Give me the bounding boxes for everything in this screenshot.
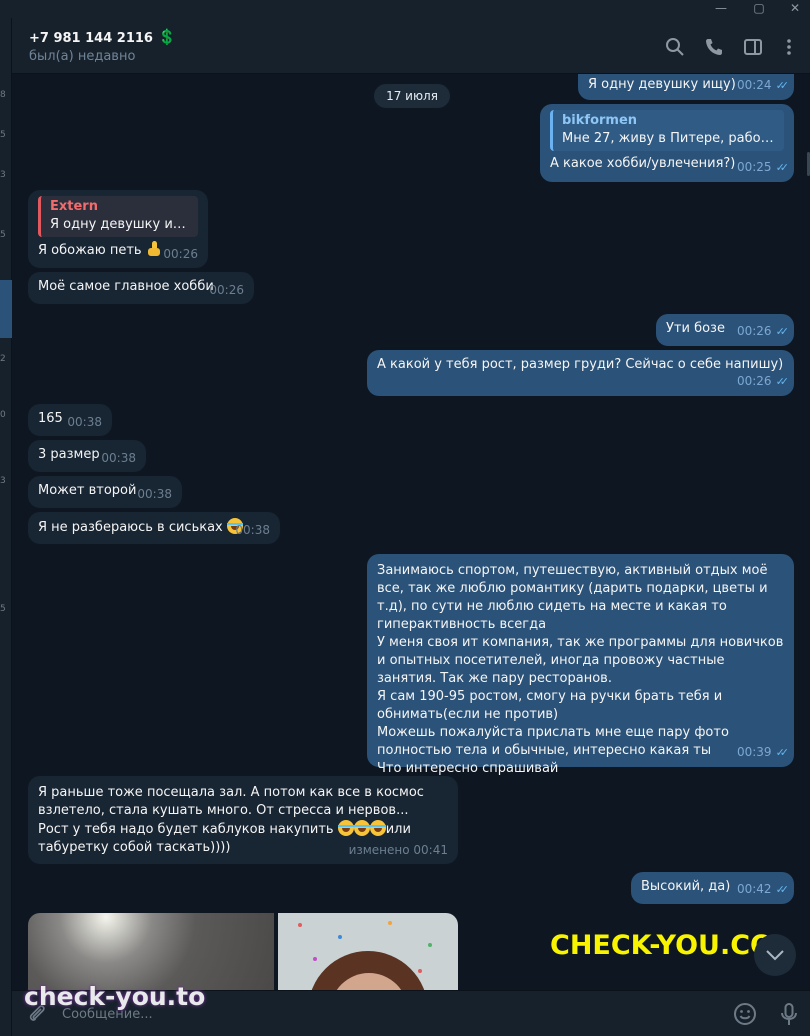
message-meta: 00:26 ✓✓	[736, 324, 790, 339]
message-bubble-in[interactable]: Я не разбераюсь в сиськах 00:38	[28, 512, 280, 544]
strip-fragment: 8	[0, 90, 6, 100]
message-meta: 00:24 ✓✓	[736, 78, 790, 93]
message-bubble-in[interactable]: 3 размер 00:38	[28, 440, 146, 472]
read-ticks-icon: ✓✓	[775, 375, 790, 388]
message-time: 00:24	[736, 78, 772, 92]
message-bubble-in[interactable]: Extern Я одну девушку ищу) Я обожаю петь…	[28, 190, 208, 268]
confetti-dot	[298, 923, 302, 927]
message-bubble-out[interactable]: Я одну девушку ищу) 00:24 ✓✓	[578, 74, 794, 100]
message-bubble-out[interactable]: А какой у тебя рост, размер груди? Сейча…	[367, 350, 794, 396]
read-ticks-icon: ✓✓	[775, 161, 790, 174]
message-time: 00:38	[235, 523, 270, 537]
reply-author: Extern	[50, 199, 98, 214]
message-bubble-in[interactable]: Моё самое главное хобби 00:26	[28, 272, 254, 304]
message-meta: 00:26	[209, 283, 244, 297]
microphone-icon[interactable]	[776, 1001, 802, 1027]
confetti-dot	[388, 921, 392, 925]
message-time: 00:39	[736, 745, 772, 759]
message-bubble-out[interactable]: Ути бозе 00:26 ✓✓	[656, 314, 794, 346]
watermark-check-you-co: CHECK-YOU.CO	[550, 930, 773, 961]
read-ticks-icon: ✓✓	[775, 746, 790, 759]
telegram-window: — ▢ ✕ 8 5 3 5 2 0 3 5 +7 981 144 2116 💲 …	[0, 0, 810, 1036]
confetti-dot	[418, 969, 422, 973]
message-meta: 00:42 ✓✓	[736, 882, 790, 897]
thumbs-up-emoji-icon	[146, 241, 162, 257]
reply-preview[interactable]: bikformen Мне 27, живу в Питере, работаю…	[550, 110, 784, 151]
reply-author: bikformen	[562, 113, 638, 128]
emoji-icon[interactable]	[732, 1001, 758, 1027]
read-ticks-icon: ✓✓	[775, 883, 790, 896]
maximize-button[interactable]: ▢	[744, 0, 774, 18]
strip-fragment: 0	[0, 410, 6, 420]
message-time: 00:38	[137, 487, 172, 501]
chevron-down-icon	[766, 950, 784, 961]
photo-selfie[interactable]	[278, 913, 458, 990]
title-bar: — ▢ ✕	[0, 0, 810, 18]
chat-header: +7 981 144 2116 💲 был(а) недавно	[12, 18, 810, 74]
confetti-dot	[338, 935, 342, 939]
chat-list-strip[interactable]: 8 5 3 5 2 0 3 5	[0, 18, 12, 1036]
confetti-dot	[313, 957, 317, 961]
message-bubble-in[interactable]: Я раньше тоже посещала зал. А потом как …	[28, 776, 458, 864]
message-text: Я не разбераюсь в сиськах	[38, 520, 223, 535]
message-time: 00:26	[736, 374, 772, 388]
laughing-emoji-icon	[337, 820, 354, 836]
more-icon[interactable]	[778, 36, 800, 58]
message-meta: 00:38	[235, 523, 270, 537]
peer-phone: +7 981 144 2116	[29, 31, 153, 46]
strip-fragment: 3	[0, 476, 6, 486]
strip-fragment: 5	[0, 230, 6, 240]
dollar-emoji-icon: 💲	[157, 28, 177, 46]
laughing-emoji-icon	[353, 820, 370, 836]
message-list[interactable]: 17 июля Я одну девушку ищу) 00:24 ✓✓ bikf…	[12, 74, 810, 990]
message-bubble-in[interactable]: 165 00:38	[28, 404, 112, 436]
message-time: изменено 00:41	[348, 843, 448, 857]
date-separator: 17 июля	[374, 84, 450, 108]
message-time: 00:26	[209, 283, 244, 297]
scroll-down-button[interactable]	[754, 934, 796, 976]
read-ticks-icon: ✓✓	[775, 79, 790, 92]
message-meta: 00:38	[101, 451, 136, 465]
minimize-button[interactable]: —	[706, 0, 736, 18]
active-chat-marker	[0, 280, 12, 338]
message-meta: 00:26	[163, 247, 198, 261]
photo-lamp[interactable]	[28, 913, 274, 990]
strip-fragment: 5	[0, 604, 6, 614]
sidebar-toggle-icon[interactable]	[742, 36, 764, 58]
confetti-dot	[428, 943, 432, 947]
message-time: 00:26	[163, 247, 198, 261]
phone-icon[interactable]	[703, 36, 725, 58]
message-bubble-in[interactable]: Может второй 00:38	[28, 476, 182, 508]
message-time: 00:38	[101, 451, 136, 465]
message-bubble-out[interactable]: bikformen Мне 27, живу в Питере, работаю…	[540, 104, 794, 182]
reply-text: Я одну девушку ищу)	[50, 217, 190, 232]
message-time: 00:38	[67, 415, 102, 429]
message-time: 00:26	[736, 324, 772, 338]
message-text: А какой у тебя рост, размер груди? Сейча…	[377, 357, 784, 372]
message-text: Я обожаю петь	[38, 243, 142, 258]
laughing-emoji-icon	[369, 820, 386, 836]
watermark-check-you-to: check-you.to	[24, 982, 206, 1011]
message-time: 00:25	[736, 160, 772, 174]
message-meta: 00:38	[137, 487, 172, 501]
message-bubble-out[interactable]: Высокий, да) 00:42 ✓✓	[631, 872, 794, 904]
message-meta: 00:26 ✓✓	[736, 374, 790, 389]
close-button[interactable]: ✕	[780, 0, 810, 18]
message-meta: 00:39 ✓✓	[736, 745, 790, 760]
message-meta: 00:25 ✓✓	[736, 160, 790, 175]
reply-preview[interactable]: Extern Я одну девушку ищу)	[38, 196, 198, 237]
peer-name[interactable]: +7 981 144 2116 💲	[29, 28, 176, 46]
reply-text: Мне 27, живу в Питере, работаю ...	[562, 131, 776, 146]
strip-fragment: 2	[0, 354, 6, 364]
search-icon[interactable]	[664, 36, 686, 58]
peer-status: был(а) недавно	[29, 49, 136, 64]
read-ticks-icon: ✓✓	[775, 325, 790, 338]
strip-fragment: 3	[0, 170, 6, 180]
message-bubble-out[interactable]: Занимаюсь спортом, путешествую, активный…	[367, 554, 794, 776]
strip-fragment: 5	[0, 130, 6, 140]
message-meta: 00:38	[67, 415, 102, 429]
message-meta: изменено 00:41	[349, 843, 448, 857]
message-time: 00:42	[736, 882, 772, 896]
message-text: Занимаюсь спортом, путешествую, активный…	[377, 563, 784, 776]
